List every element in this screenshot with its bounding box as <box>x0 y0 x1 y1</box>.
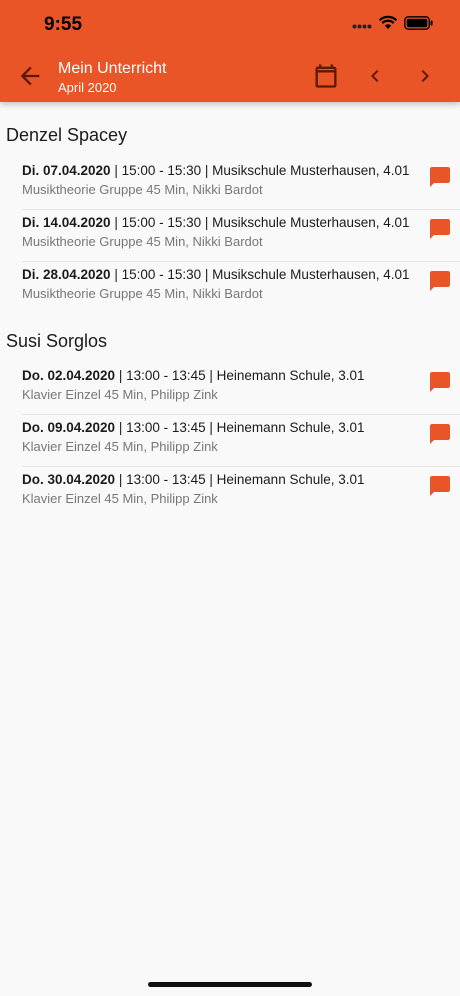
entry-main-line: Do. 09.04.2020 | 13:00 - 13:45 | Heinema… <box>22 420 365 435</box>
list-item[interactable]: Di. 07.04.2020 | 15:00 - 15:30 | Musiksc… <box>22 157 460 210</box>
back-arrow-icon[interactable] <box>16 62 44 90</box>
chat-bubble-icon[interactable] <box>428 165 452 189</box>
entry-course: Klavier Einzel 45 Min, Philipp Zink <box>22 491 218 506</box>
entry-details: | 15:00 - 15:30 | Musikschule Musterhaus… <box>110 163 410 178</box>
chat-bubble-icon[interactable] <box>428 217 452 241</box>
chat-bubble-icon[interactable] <box>428 370 452 394</box>
list-item[interactable]: Di. 14.04.2020 | 15:00 - 15:30 | Musiksc… <box>22 209 460 262</box>
entry-course: Klavier Einzel 45 Min, Philipp Zink <box>22 387 218 402</box>
entry-main-line: Di. 28.04.2020 | 15:00 - 15:30 | Musiksc… <box>22 267 410 282</box>
chevron-left-icon[interactable] <box>363 64 387 88</box>
entry-main-line: Do. 30.04.2020 | 13:00 - 13:45 | Heinema… <box>22 472 365 487</box>
chevron-right-icon[interactable] <box>413 64 437 88</box>
signal-icon <box>352 24 372 28</box>
list-item[interactable]: Do. 09.04.2020 | 13:00 - 13:45 | Heinema… <box>22 414 460 467</box>
status-time: 9:55 <box>44 14 83 35</box>
entry-main-line: Di. 07.04.2020 | 15:00 - 15:30 | Musiksc… <box>22 163 410 178</box>
entry-date: Do. 02.04.2020 <box>22 368 116 383</box>
entry-date: Do. 30.04.2020 <box>22 472 116 487</box>
chat-bubble-icon[interactable] <box>428 422 452 446</box>
entry-course: Musiktheorie Gruppe 45 Min, Nikki Bardot <box>22 286 263 301</box>
home-indicator[interactable] <box>148 982 312 987</box>
chat-bubble-icon[interactable] <box>428 474 452 498</box>
entry-main-line: Di. 14.04.2020 | 15:00 - 15:30 | Musiksc… <box>22 215 410 230</box>
calendar-icon[interactable] <box>312 62 340 90</box>
entry-date: Do. 09.04.2020 <box>22 420 116 435</box>
entry-details: | 13:00 - 13:45 | Heinemann Schule, 3.01 <box>115 368 365 383</box>
page-subtitle: April 2020 <box>58 80 117 95</box>
entry-details: | 13:00 - 13:45 | Heinemann Schule, 3.01 <box>115 472 365 487</box>
list-item[interactable]: Do. 30.04.2020 | 13:00 - 13:45 | Heinema… <box>22 466 460 518</box>
group-title: Susi Sorglos <box>6 331 108 351</box>
entry-date: Di. 07.04.2020 <box>22 163 111 178</box>
group-title: Denzel Spacey <box>6 125 128 145</box>
list-item[interactable]: Di. 28.04.2020 | 15:00 - 15:30 | Musiksc… <box>22 261 460 313</box>
list-item[interactable]: Do. 02.04.2020 | 13:00 - 13:45 | Heinema… <box>22 362 460 415</box>
entry-course: Musiktheorie Gruppe 45 Min, Nikki Bardot <box>22 182 263 197</box>
entry-details: | 15:00 - 15:30 | Musikschule Musterhaus… <box>110 267 410 282</box>
app-header: 9:55 Mein Unterricht April 2020 <box>0 0 460 102</box>
entry-date: Di. 14.04.2020 <box>22 215 111 230</box>
entry-course: Klavier Einzel 45 Min, Philipp Zink <box>22 439 218 454</box>
entry-details: | 13:00 - 13:45 | Heinemann Schule, 3.01 <box>115 420 365 435</box>
status-icons <box>352 15 434 30</box>
entry-date: Di. 28.04.2020 <box>22 267 111 282</box>
page-title: Mein Unterricht <box>58 60 167 77</box>
battery-icon <box>404 15 433 30</box>
entry-details: | 15:00 - 15:30 | Musikschule Musterhaus… <box>110 215 410 230</box>
chat-bubble-icon[interactable] <box>428 269 452 293</box>
wifi-icon <box>378 15 398 29</box>
entry-course: Musiktheorie Gruppe 45 Min, Nikki Bardot <box>22 234 263 249</box>
entry-main-line: Do. 02.04.2020 | 13:00 - 13:45 | Heinema… <box>22 368 365 383</box>
